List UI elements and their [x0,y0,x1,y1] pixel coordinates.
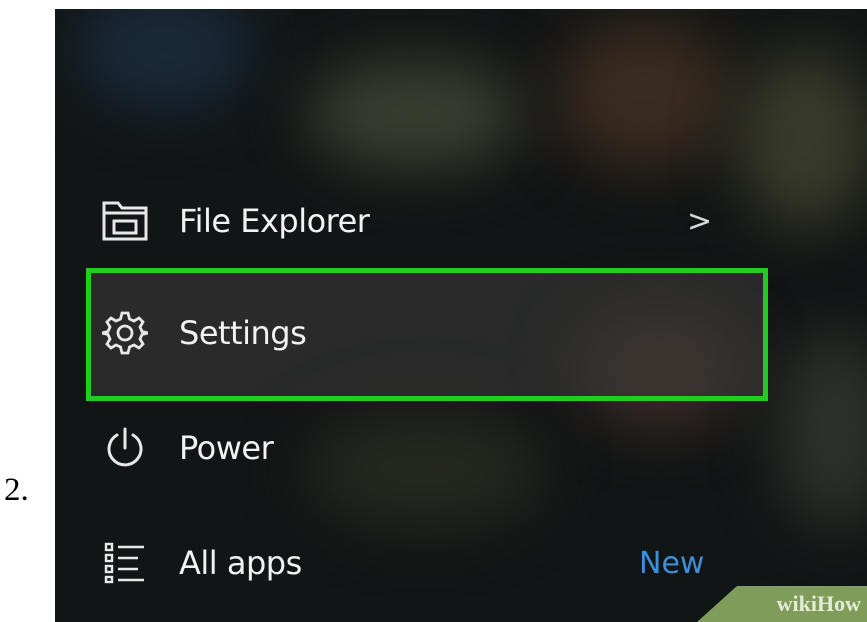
power-label: Power [179,429,274,467]
new-badge: New [639,545,705,581]
folder-icon [100,196,150,246]
start-menu-panel: File Explorer > Settings Power All apps … [55,9,867,622]
chevron-right-icon[interactable]: > [687,204,712,239]
power-icon [100,423,150,473]
menu-item-settings[interactable]: Settings [55,285,867,381]
file-explorer-label: File Explorer [179,202,370,240]
all-apps-label: All apps [179,544,302,582]
watermark-text: wikiHow [776,591,861,616]
settings-label: Settings [179,314,307,352]
gear-icon [100,308,150,358]
background-blur [305,59,525,169]
background-blur [555,19,735,169]
list-icon [100,538,150,588]
step-number: 2. [4,472,29,508]
menu-item-power[interactable]: Power [55,400,867,496]
menu-item-file-explorer[interactable]: File Explorer > [55,173,867,269]
background-blur [75,9,255,109]
